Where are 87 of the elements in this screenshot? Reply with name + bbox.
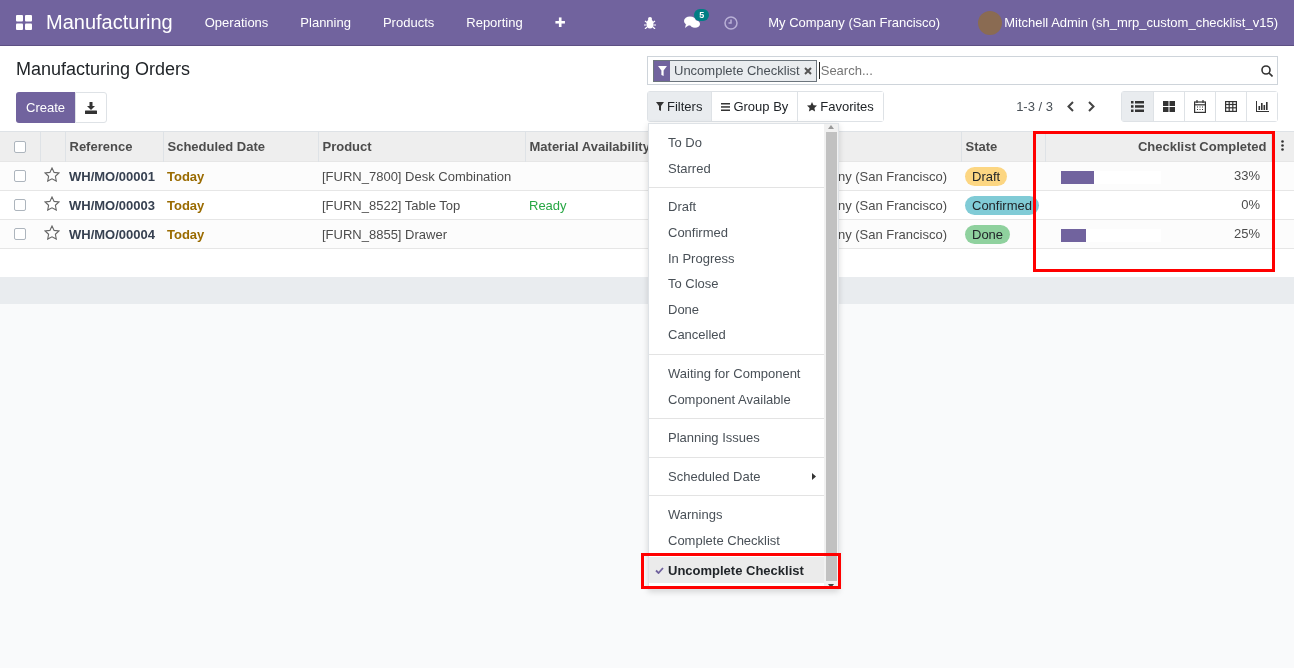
filter-option[interactable]: Uncomplete Checklist [649,557,825,583]
column-header[interactable]: Checklist Completed [1045,132,1271,162]
filter-option[interactable]: Planning Issues [649,424,825,451]
apps-grid-icon[interactable] [16,15,32,30]
bar-chart-view-icon [1255,101,1269,112]
star-outline-icon[interactable] [44,167,60,182]
filter-icon [657,65,667,76]
filter-option[interactable]: Warnings [649,502,825,528]
pager-value[interactable]: 1-3 / 3 [1016,99,1053,114]
menu-item[interactable]: Products [366,15,451,30]
percent-value: 0% [1241,197,1260,213]
menu-item[interactable]: Operations [188,15,285,30]
state-tag: Draft [965,166,1008,186]
column-header[interactable]: Product [318,132,525,162]
filter-facet[interactable]: Uncomplete Checklist [653,59,817,82]
select-all-checkbox[interactable] [13,140,26,153]
page-title: Manufacturing Orders [16,58,192,80]
search-icon[interactable] [1261,64,1273,77]
filter-option[interactable]: Scheduled Date [649,463,825,490]
table-cell: [FURN_8855] Drawer [322,226,447,242]
table-view-icon [1225,101,1237,112]
star-outline-icon[interactable] [44,196,60,211]
table-cell: Today [167,226,205,242]
view-switch-button[interactable] [1246,92,1277,121]
table-cell: [FURN_8522] Table Top [322,197,461,213]
filter-option[interactable]: To Close [649,270,825,297]
filter-option[interactable]: In Progress [649,245,825,271]
table-cell: Today [167,168,205,184]
view-switch-button[interactable] [1122,92,1153,121]
percent-value: 33% [1233,168,1260,184]
bug-icon[interactable] [644,16,657,29]
kanban-view-icon [1163,101,1175,112]
table-cell: Ready [529,197,567,213]
search-option-button[interactable]: Favorites [797,92,883,121]
table-cell: WH/MO/00003 [69,197,155,213]
row-checkbox[interactable] [14,228,26,240]
remove-icon[interactable] [803,66,812,75]
table-cell: ny (San Francisco) [837,168,947,184]
calendar-view-icon [1194,100,1206,113]
app-title[interactable]: Manufacturing [46,11,173,34]
search-field[interactable]: Uncomplete Checklist Search... [647,56,1278,85]
plus-menu[interactable]: ✚ [538,15,582,30]
filter-option[interactable]: Draft [649,194,825,220]
column-header[interactable]: Scheduled Date [163,132,318,162]
download-icon [85,101,98,114]
menu-item[interactable]: Reporting [450,15,539,30]
create-button[interactable]: Create [16,92,76,123]
chat-icon[interactable] [684,16,701,29]
scrollbar[interactable] [824,124,838,589]
previous-icon[interactable] [1067,101,1074,112]
table-cell: ny (San Francisco) [837,197,947,213]
next-icon[interactable] [1088,101,1095,112]
column-header[interactable]: State [961,132,1045,162]
column-options-icon[interactable] [1281,140,1285,151]
menu-item[interactable]: Planning [284,15,367,30]
caret-icon [812,472,817,480]
state-tag: Confirmed [965,195,1039,215]
filter-option[interactable]: Waiting for Component [649,360,825,387]
search-option-button[interactable]: Filters [648,92,712,121]
row-checkbox[interactable] [14,199,26,211]
percent-value: 25% [1233,226,1260,242]
filter-icon [656,102,664,111]
clock-icon[interactable] [724,15,739,30]
table-cell: WH/MO/00001 [69,168,155,184]
message-count-badge: 5 [694,9,710,21]
table-cell: [FURN_7800] Desk Combination [322,168,512,184]
check-icon [655,566,664,574]
row-checkbox[interactable] [14,170,26,182]
download-button[interactable] [75,92,108,123]
star-icon [807,101,818,112]
star-outline-icon[interactable] [44,225,60,240]
column-header[interactable]: Reference [65,132,163,162]
filter-option[interactable]: Component Available [649,386,825,412]
filter-option[interactable]: Complete Checklist [649,527,825,554]
user-menu[interactable]: Mitchell Admin (sh_mrp_custom_checklist_v15) [1004,15,1278,30]
table-cell: ny (San Francisco) [837,226,947,242]
filter-option[interactable]: Cancelled [649,322,825,348]
list-view-icon [1131,101,1144,112]
company-switcher[interactable]: My Company (San Francisco) [768,15,941,30]
filter-option[interactable]: Done [649,296,825,323]
facet-label: Uncomplete Checklist [674,63,800,78]
table-cell: Today [167,197,205,213]
filter-option[interactable]: Confirmed [649,219,825,246]
table-cell: WH/MO/00004 [69,226,155,242]
scroll-down-icon[interactable] [827,583,836,589]
state-tag: Done [965,224,1011,244]
menu-icon [721,102,731,111]
